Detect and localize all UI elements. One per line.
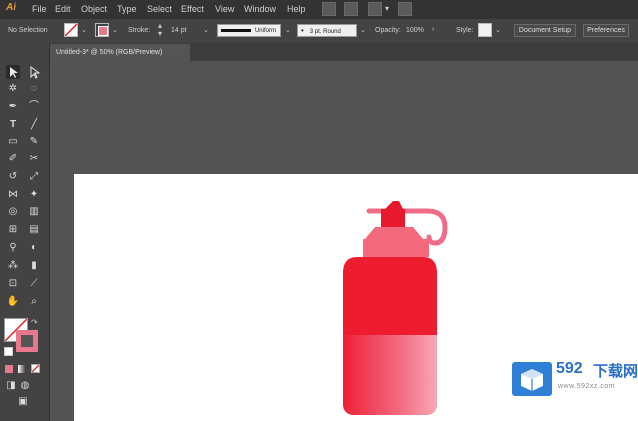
- selection-status: No Selection: [8, 27, 48, 34]
- stock-icon[interactable]: [344, 2, 358, 16]
- opacity-input[interactable]: 100%: [406, 27, 424, 34]
- gradient-mode-icon[interactable]: [18, 365, 26, 373]
- curvature-tool-icon[interactable]: ⌒: [27, 100, 41, 114]
- watermark-brand-text: 下载网: [593, 363, 638, 380]
- shaper-tool-icon[interactable]: ✐: [6, 152, 20, 166]
- line-tool-icon[interactable]: ╱: [27, 118, 41, 132]
- preferences-button[interactable]: Preferences: [583, 24, 629, 37]
- eyedropper-tool-icon[interactable]: ⚲: [6, 241, 20, 255]
- arrange-documents-icon[interactable]: [368, 2, 382, 16]
- menu-window[interactable]: Window: [244, 4, 276, 14]
- pen-tool-icon[interactable]: ✒: [6, 100, 20, 114]
- scale-tool-icon[interactable]: ⤢: [27, 170, 41, 184]
- menu-help[interactable]: Help: [287, 4, 306, 14]
- selection-tool-icon[interactable]: [6, 65, 20, 79]
- bottle-nozzle: [385, 201, 403, 209]
- brush-dropdown-icon[interactable]: ⌄: [360, 26, 366, 34]
- menu-object[interactable]: Object: [81, 4, 107, 14]
- lasso-tool-icon[interactable]: ◌: [27, 82, 41, 96]
- profile-label: Uniform: [254, 28, 276, 34]
- default-colors-icon[interactable]: [4, 347, 13, 356]
- profile-line-preview: [221, 28, 251, 32]
- scissors-tool-icon[interactable]: ✂: [27, 152, 41, 166]
- arrange-dropdown-icon[interactable]: ▾: [385, 4, 389, 13]
- brush-label: 3 pt. Round: [309, 29, 341, 35]
- watermark-url: www.592xz.com: [558, 383, 616, 390]
- bottle-cap: [365, 227, 423, 239]
- document-tab[interactable]: Untitled-3* @ 50% (RGB/Preview): [50, 44, 190, 61]
- screen-mode-icon[interactable]: ▣: [16, 395, 30, 409]
- opacity-arrow-icon[interactable]: ›: [432, 26, 434, 33]
- menu-view[interactable]: View: [215, 4, 234, 14]
- document-setup-button[interactable]: Document Setup: [514, 24, 576, 37]
- slice-tool-icon[interactable]: ⟋: [27, 277, 41, 291]
- type-tool-icon[interactable]: T: [6, 118, 20, 132]
- swap-fill-stroke-icon[interactable]: ↷: [31, 318, 38, 327]
- watermark-brand-number: 592: [556, 360, 583, 377]
- puppet-warp-tool-icon[interactable]: ✦: [27, 188, 41, 202]
- bottle-label-band: [343, 335, 437, 415]
- paintbrush-tool-icon[interactable]: ✎: [27, 135, 41, 149]
- app-logo: Ai: [6, 2, 16, 13]
- stroke-stepper-icon[interactable]: ▴ ▾: [158, 22, 162, 38]
- direct-selection-tool-icon[interactable]: [27, 65, 41, 79]
- artboard-tool-icon[interactable]: ⊡: [6, 277, 20, 291]
- bridge-icon[interactable]: [322, 2, 336, 16]
- none-mode-icon[interactable]: [31, 364, 40, 373]
- stroke-label: Stroke:: [128, 27, 151, 34]
- sauce-bottle-artwork[interactable]: [335, 195, 465, 421]
- color-mode-icon[interactable]: [5, 365, 13, 373]
- style-dropdown-icon[interactable]: ⌄: [495, 26, 501, 34]
- bottle-nozzle-base: [381, 209, 405, 227]
- shape-builder-tool-icon[interactable]: ◎: [6, 205, 20, 219]
- brush-dot-icon: •: [301, 26, 304, 35]
- watermark-logo-icon: [512, 362, 552, 396]
- width-tool-icon[interactable]: ⋈: [6, 188, 20, 202]
- draw-inside-icon[interactable]: ◍: [18, 379, 32, 393]
- menu-edit[interactable]: Edit: [55, 4, 71, 14]
- symbol-sprayer-tool-icon[interactable]: ⁂: [6, 259, 20, 273]
- opacity-label: Opacity:: [375, 27, 401, 34]
- perspective-grid-tool-icon[interactable]: ▥: [27, 205, 41, 219]
- stroke-weight-dropdown-icon[interactable]: ⌄: [203, 26, 209, 34]
- hand-tool-icon[interactable]: ✋: [6, 295, 20, 309]
- variable-width-profile[interactable]: Uniform: [217, 24, 281, 37]
- stroke-color-box[interactable]: [16, 330, 38, 352]
- rectangle-tool-icon[interactable]: ▭: [6, 135, 20, 149]
- gradient-tool-icon[interactable]: ▤: [27, 223, 41, 237]
- magic-wand-tool-icon[interactable]: ✲: [6, 82, 20, 96]
- bottle-shoulder: [363, 239, 429, 257]
- stroke-swatch[interactable]: [95, 23, 109, 37]
- menu-type[interactable]: Type: [117, 4, 137, 14]
- stroke-weight-input[interactable]: 14 pt: [171, 27, 187, 34]
- stroke-dropdown-icon[interactable]: ⌄: [112, 26, 118, 34]
- graphic-style-swatch[interactable]: [478, 23, 492, 37]
- profile-dropdown-icon[interactable]: ⌄: [285, 26, 291, 34]
- sync-icon[interactable]: [398, 2, 412, 16]
- menu-effect[interactable]: Effect: [181, 4, 204, 14]
- zoom-tool-icon[interactable]: ⌕: [27, 295, 41, 309]
- fill-dropdown-icon[interactable]: ⌄: [81, 26, 87, 34]
- fill-swatch[interactable]: [64, 23, 78, 37]
- menu-select[interactable]: Select: [147, 4, 172, 14]
- menu-file[interactable]: File: [32, 4, 47, 14]
- mesh-tool-icon[interactable]: ⊞: [6, 223, 20, 237]
- style-label: Style:: [456, 27, 474, 34]
- column-graph-tool-icon[interactable]: ▮: [27, 259, 41, 273]
- stroke-swatch-color: [98, 26, 108, 36]
- rotate-tool-icon[interactable]: ↺: [6, 170, 20, 184]
- draw-mode-icon[interactable]: ◨: [4, 379, 18, 393]
- brush-definition[interactable]: • 3 pt. Round: [297, 24, 357, 37]
- blend-tool-icon[interactable]: ◐: [27, 241, 41, 255]
